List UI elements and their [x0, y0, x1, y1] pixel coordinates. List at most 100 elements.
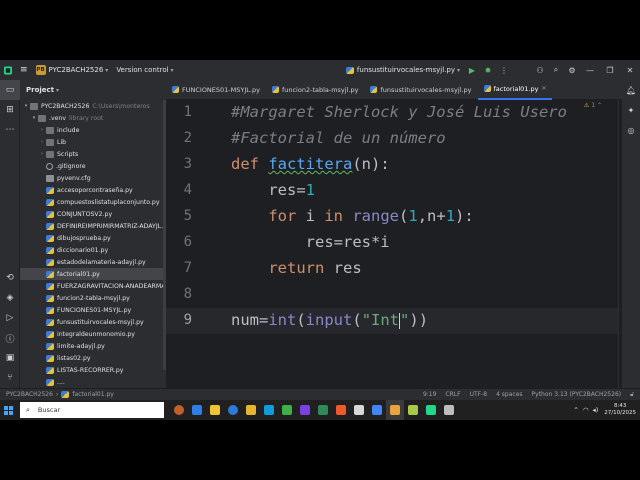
- editor-tab[interactable]: funcion2-tabla-msyjl.py: [266, 80, 365, 100]
- tree-file-item[interactable]: accesoporcontraseña.py: [20, 184, 166, 196]
- code-line[interactable]: for i in range(1,n+1):: [231, 207, 473, 225]
- code-line[interactable]: def factitera(n):: [231, 155, 390, 173]
- tree-file-item[interactable]: diccionario01.py: [20, 244, 166, 256]
- project-switcher[interactable]: PB PYC2BACH2526 ▾: [32, 60, 113, 80]
- tree-root[interactable]: ▾ PYC2BACH2526 C:\Users\monteros: [20, 100, 166, 112]
- database-icon[interactable]: ◎: [622, 120, 640, 140]
- tree-file-item[interactable]: dibujosprueba.py: [20, 232, 166, 244]
- tree-file-item[interactable]: limite-adayjl.py: [20, 340, 166, 352]
- close-icon[interactable]: ✕: [541, 85, 546, 92]
- minimize-icon[interactable]: —: [580, 60, 600, 80]
- restore-icon[interactable]: ❐: [600, 60, 620, 80]
- run-icon[interactable]: ▶: [464, 60, 480, 80]
- python-console-icon[interactable]: ▷: [0, 308, 20, 328]
- search-icon[interactable]: ⌕: [548, 60, 564, 80]
- editor-tab[interactable]: factorial01.py ✕: [477, 80, 553, 100]
- taskbar-app-icon[interactable]: [296, 400, 314, 420]
- tree-file-item[interactable]: compuestoslistatuplaconjunto.py: [20, 196, 166, 208]
- run-config-selector[interactable]: funsustituirvocales-msyjl.py ▾: [342, 60, 464, 80]
- project-tool-icon[interactable]: ▭: [0, 80, 20, 100]
- inspection-widget[interactable]: ⚠ 1 ⌃: [584, 102, 602, 109]
- taskbar-app-icon[interactable]: [170, 400, 188, 420]
- taskbar-app-icon[interactable]: [440, 400, 458, 420]
- tree-file-item[interactable]: ....: [20, 376, 166, 388]
- notifications-icon[interactable]: 🔔︎: [622, 80, 640, 100]
- problems-icon[interactable]: ⓘ: [0, 328, 20, 348]
- tree-file-item[interactable]: FUNCIONES01-MSYJL.py: [20, 304, 166, 316]
- caret-position[interactable]: 9:19: [423, 391, 436, 398]
- app-logo-icon[interactable]: [0, 60, 16, 80]
- taskbar-app-icon[interactable]: [332, 400, 350, 420]
- taskbar-app-icon[interactable]: [422, 400, 440, 420]
- taskbar-app-icon[interactable]: [350, 400, 368, 420]
- taskbar-app-icon[interactable]: [368, 400, 386, 420]
- start-button[interactable]: [0, 400, 16, 420]
- chevron-up-icon[interactable]: ⌃: [573, 406, 578, 414]
- layers-icon[interactable]: ◈: [0, 288, 20, 308]
- taskbar-search[interactable]: ⌕ Buscar: [20, 402, 164, 418]
- tree-file-item[interactable]: factorial01.py: [20, 268, 166, 280]
- settings-icon[interactable]: ⚙: [564, 60, 580, 80]
- wifi-icon[interactable]: ◠: [583, 406, 589, 414]
- app-icon: [408, 405, 418, 415]
- tree-file-item[interactable]: LISTAS-RECORRER.py: [20, 364, 166, 376]
- code-line[interactable]: res=res*i: [231, 233, 390, 251]
- code-line[interactable]: res=1: [231, 181, 315, 199]
- more-tools-icon[interactable]: ⋯: [0, 120, 20, 140]
- volume-icon[interactable]: ◂): [592, 406, 598, 414]
- breadcrumb-file[interactable]: factorial01.py: [72, 391, 114, 398]
- tree-file-item[interactable]: funcion2-tabla-msyjl.py: [20, 292, 166, 304]
- taskbar-app-icon[interactable]: [242, 400, 260, 420]
- tree-venv[interactable]: ▾ .venv library root: [20, 112, 166, 124]
- file-encoding[interactable]: UTF-8: [470, 391, 488, 398]
- version-control-icon[interactable]: ⑂: [0, 368, 20, 388]
- tree-item-lib[interactable]: › Lib: [20, 136, 166, 148]
- ai-assistant-icon[interactable]: ✦: [622, 100, 640, 120]
- taskbar-app-icon[interactable]: [404, 400, 422, 420]
- line-separator[interactable]: CRLF: [445, 391, 460, 398]
- taskbar-app-icon[interactable]: [224, 400, 242, 420]
- tree-item-scripts[interactable]: › Scripts: [20, 148, 166, 160]
- more-icon[interactable]: ⋮: [496, 60, 512, 80]
- python-file-icon: [46, 378, 54, 386]
- account-icon[interactable]: ⚇: [532, 60, 548, 80]
- python-interpreter[interactable]: Python 3.13 (PYC2BACH2526): [532, 391, 622, 398]
- taskbar-app-icon[interactable]: [206, 400, 224, 420]
- taskbar-app-icon[interactable]: [188, 400, 206, 420]
- code-token: 1: [408, 207, 418, 225]
- indent-setting[interactable]: 4 spaces: [496, 391, 522, 398]
- tree-file-item[interactable]: DEFINIREIMPRIMIRMATRIZ-ADAYJL.py: [20, 220, 166, 232]
- code-line[interactable]: #Factorial de un número: [231, 129, 446, 147]
- tree-item-gitignore[interactable]: .gitignore: [20, 160, 166, 172]
- project-panel-header[interactable]: Project ▾: [20, 80, 166, 100]
- tree-file-item[interactable]: listas02.py: [20, 352, 166, 364]
- debug-icon[interactable]: ✹: [480, 60, 496, 80]
- code-line[interactable]: return res: [231, 259, 361, 277]
- vcs-menu[interactable]: Version control ▾: [112, 60, 177, 80]
- code-line[interactable]: #Margaret Sherlock y José Luis Usero: [231, 103, 567, 121]
- terminal-icon[interactable]: ▣: [0, 348, 20, 368]
- lock-icon[interactable]: 🔓︎: [630, 391, 634, 399]
- editor-tab[interactable]: FUNCIONES01-MSYJL.py: [166, 80, 266, 100]
- python-packages-icon[interactable]: ⟲: [0, 268, 20, 288]
- tree-item-include[interactable]: › include: [20, 124, 166, 136]
- taskbar-app-icon[interactable]: [260, 400, 278, 420]
- code-line[interactable]: num=int(input("Int")): [231, 311, 428, 329]
- taskbar-app-icon[interactable]: [386, 400, 404, 420]
- close-icon[interactable]: ✕: [620, 60, 640, 80]
- editor-tab[interactable]: funsustituirvocales-msyjl.py: [364, 80, 477, 100]
- taskbar-app-icon[interactable]: [278, 400, 296, 420]
- tree-file-item[interactable]: CONJUNTOSV2.py: [20, 208, 166, 220]
- code-editor[interactable]: 1 2 3 4 5 6 7 8 9 #Margaret Sherlock y José Luis…: [166, 100, 622, 388]
- tree-file-item[interactable]: funsustituirvocales-msyjl.py: [20, 316, 166, 328]
- main-menu-icon[interactable]: ≡: [16, 60, 32, 80]
- clock[interactable]: 8:43 27/10/2025: [604, 403, 636, 417]
- tree-item-pyvenv[interactable]: pyvenv.cfg: [20, 172, 166, 184]
- taskbar-app-icon[interactable]: [314, 400, 332, 420]
- breadcrumb-project[interactable]: PYC2BACH2526: [6, 391, 53, 398]
- structure-tool-icon[interactable]: ⊞: [0, 100, 20, 120]
- tree-file-item[interactable]: integraldeunmonomio.py: [20, 328, 166, 340]
- tree-file-item[interactable]: estadodelamateria-adayjl.py: [20, 256, 166, 268]
- tree-file-item[interactable]: FUERZAGRAVITACION-ANADEARMAS.py: [20, 280, 166, 292]
- line-number: 8: [183, 286, 192, 302]
